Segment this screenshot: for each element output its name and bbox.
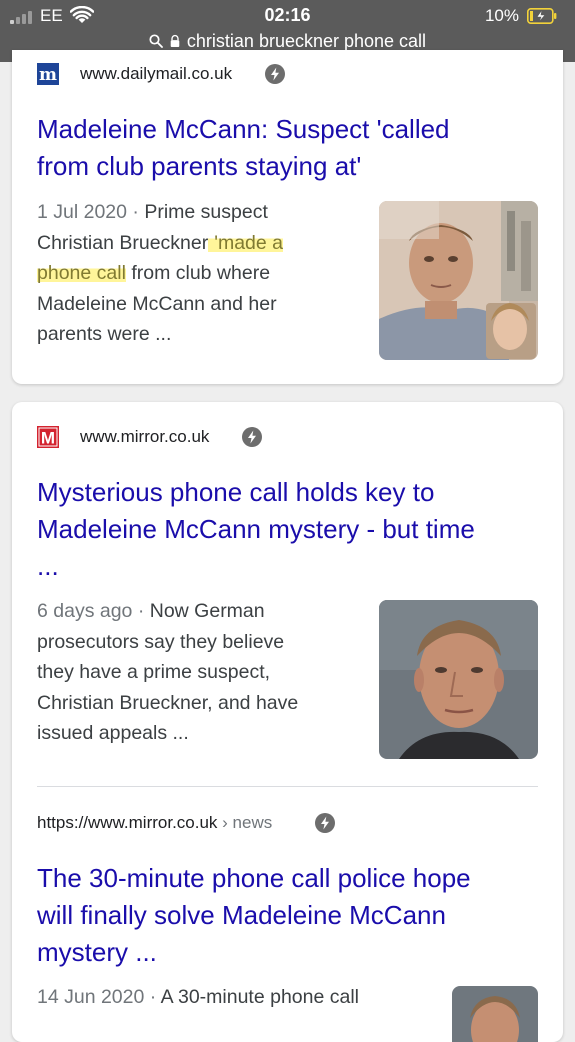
result-thumbnail[interactable]: [379, 600, 538, 759]
battery-percent: 10%: [484, 6, 519, 25]
result-snippet: 14 Jun 2020 · A 30-minute phone call: [37, 986, 360, 1008]
svg-text:M: M: [41, 429, 55, 448]
result-divider: [37, 786, 538, 787]
result-date: 6 days ago: [37, 600, 133, 622]
suspect-mugshot-image: [379, 600, 538, 759]
result-card-dailymail: m www.dailymail.co.uk Madeleine McCann: …: [12, 50, 563, 384]
result-site: www.dailymail.co.uk: [80, 64, 233, 83]
result-url: https://www.mirror.co.uk: [37, 813, 218, 832]
result-breadcrumb: › news: [222, 813, 273, 832]
result-card-mirror: M www.mirror.co.uk Mysterious phone call…: [12, 402, 563, 1042]
suspect-photo-image: [379, 201, 538, 360]
amp-bolt-icon: [242, 427, 262, 447]
dailymail-favicon-icon: m: [37, 63, 59, 85]
battery-charging-icon: [527, 8, 557, 24]
result-title[interactable]: The 30-minute phone call police hope wil…: [37, 860, 537, 971]
result-date: 1 Jul 2020: [37, 201, 127, 223]
result-site: www.mirror.co.uk: [80, 427, 210, 446]
result-thumbnail[interactable]: [452, 986, 538, 1042]
svg-text:m: m: [39, 65, 57, 85]
result-title[interactable]: Madeleine McCann: Suspect 'called from c…: [37, 111, 537, 185]
lock-icon: [170, 35, 180, 48]
amp-bolt-icon: [315, 813, 335, 833]
result-title[interactable]: Mysterious phone call holds key to Madel…: [37, 474, 537, 585]
result-date: 14 Jun 2020: [37, 986, 145, 1008]
search-icon: [149, 34, 163, 49]
suspect-photo-image: [452, 986, 538, 1042]
status-bar: EE 02:16 10%: [0, 0, 575, 32]
result-thumbnail[interactable]: [379, 201, 538, 360]
search-query: christian brueckner phone call: [186, 30, 427, 51]
amp-bolt-icon: [265, 64, 285, 84]
mirror-favicon-icon: M: [37, 426, 59, 448]
result-snippet: 6 days ago · Now German prosecutors say …: [37, 600, 299, 745]
result-snippet: 1 Jul 2020 · Prime suspect Christian Bru…: [37, 201, 283, 346]
